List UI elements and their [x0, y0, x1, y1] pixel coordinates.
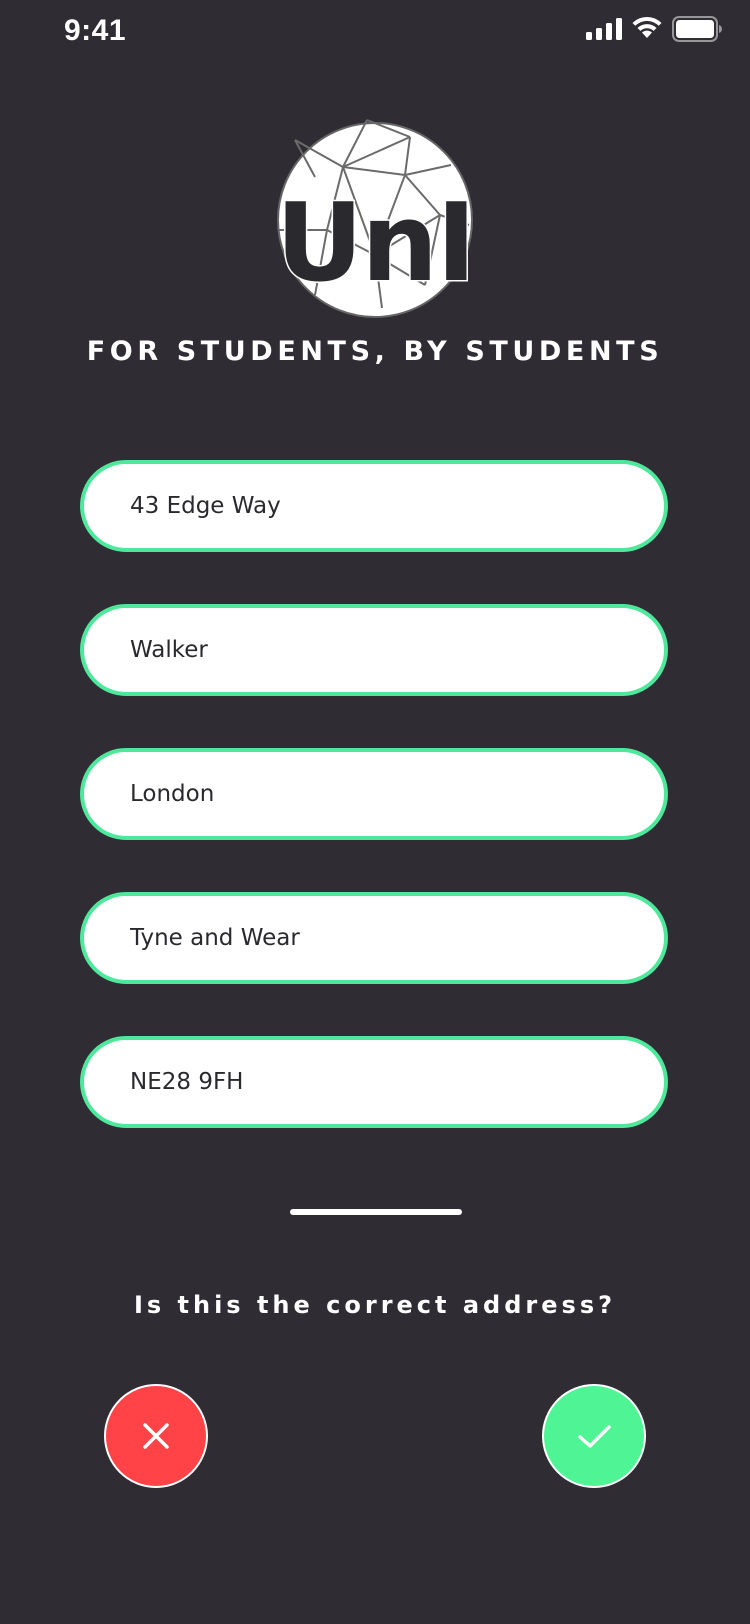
address-line2-field[interactable] [80, 604, 668, 696]
divider-bar [290, 1209, 462, 1215]
close-icon [143, 1423, 169, 1449]
confirm-prompt: Is this the correct address? [133, 1291, 617, 1319]
address-line1-field[interactable] [80, 460, 668, 552]
city-input[interactable] [130, 781, 634, 807]
postcode-input[interactable] [130, 1069, 634, 1095]
address-line1-input[interactable] [130, 493, 634, 519]
county-input[interactable] [130, 925, 634, 951]
reject-address-button[interactable] [104, 1384, 208, 1488]
signal-icon [586, 18, 622, 40]
checkmark-icon [578, 1425, 611, 1448]
address-line2-input[interactable] [130, 637, 634, 663]
postcode-field[interactable] [80, 1036, 668, 1128]
uni-logo: UnI [274, 119, 478, 318]
status-time: 9:41 [64, 14, 127, 47]
battery-icon [672, 16, 722, 42]
wifi-icon [632, 16, 662, 38]
confirm-address-button[interactable] [542, 1384, 646, 1488]
status-bar: 9:41 [0, 0, 750, 66]
logo-wordmark: UnI [276, 181, 475, 306]
tagline: FOR STUDENTS, BY STUDENTS [86, 336, 664, 367]
city-field[interactable] [80, 748, 668, 840]
county-field[interactable] [80, 892, 668, 984]
